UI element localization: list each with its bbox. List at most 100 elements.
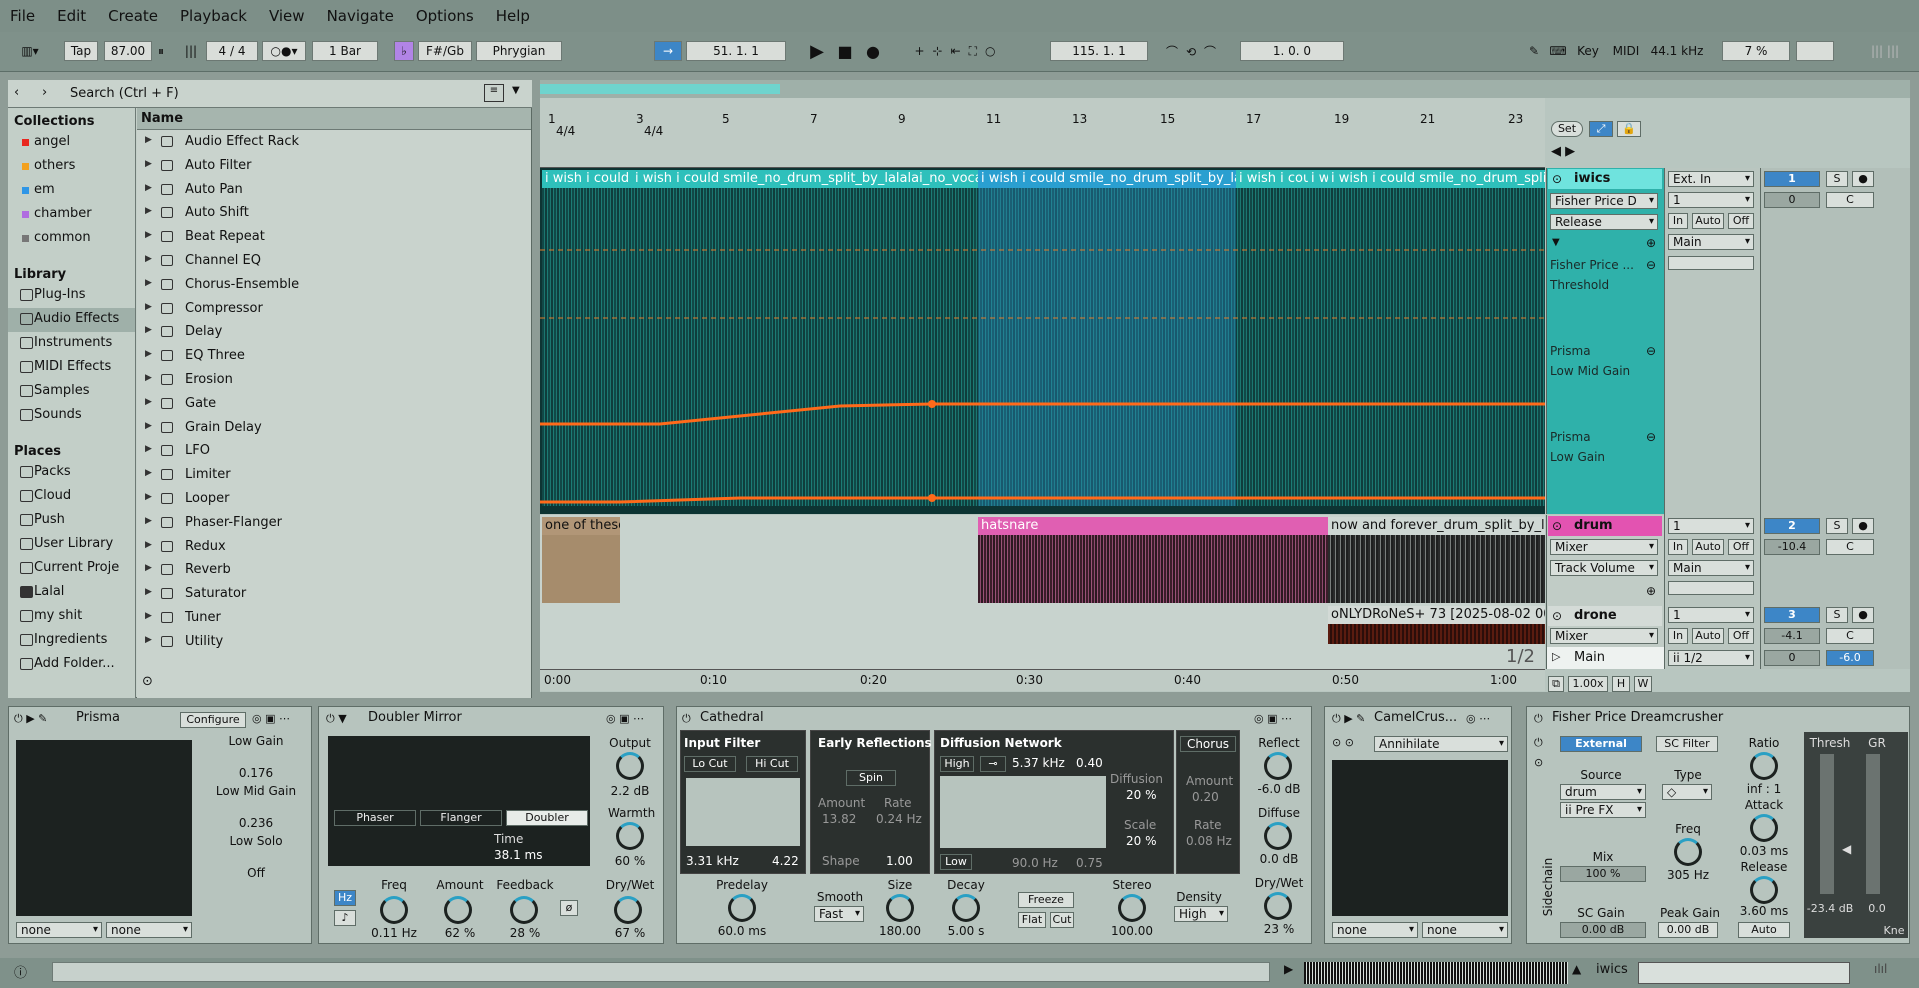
nudge-icon[interactable]: ⏸: [156, 41, 166, 61]
list-item[interactable]: LFO: [137, 439, 531, 463]
param-value[interactable]: Off: [224, 866, 288, 880]
up-icon[interactable]: ▲: [1572, 962, 1581, 976]
warmth-knob[interactable]: [616, 822, 644, 850]
input-channel-dropdown[interactable]: 1: [1668, 192, 1754, 208]
place-ingredients[interactable]: Ingredients: [8, 629, 135, 653]
shape-value[interactable]: 1.00: [886, 854, 913, 868]
time-sig-marker[interactable]: 4/4: [556, 124, 575, 138]
mix-field[interactable]: 100 %: [1560, 866, 1646, 882]
threshold-meter[interactable]: [1820, 754, 1834, 894]
param-value[interactable]: 0.176: [224, 766, 288, 780]
list-item[interactable]: Tuner: [137, 606, 531, 630]
clip-title[interactable]: hatsnare: [978, 517, 1328, 535]
menu-edit[interactable]: Edit: [57, 7, 86, 25]
input-channel-dropdown[interactable]: 1: [1668, 518, 1754, 534]
automation-param-dropdown[interactable]: Track Volume: [1550, 560, 1658, 576]
meter-icon[interactable]: ılıl: [1874, 962, 1887, 976]
list-item[interactable]: Audio Effect Rack: [137, 130, 531, 154]
low-toggle[interactable]: Low: [940, 854, 972, 870]
library-midi-effects[interactable]: MIDI Effects: [8, 356, 135, 380]
lo-cut-button[interactable]: Lo Cut: [684, 756, 736, 772]
reflect-knob[interactable]: [1264, 752, 1292, 780]
list-item[interactable]: EQ Three: [137, 344, 531, 368]
monitor-auto-button[interactable]: Auto: [1692, 539, 1724, 555]
h-toggle[interactable]: H: [1612, 676, 1630, 692]
diffusion-curve-display[interactable]: [940, 776, 1106, 848]
lock-icon[interactable]: 🔒: [1617, 121, 1641, 137]
track-activator[interactable]: 2: [1764, 518, 1820, 534]
freeze-button[interactable]: Freeze: [1018, 892, 1074, 908]
chorus-rate-value[interactable]: 0.08 Hz: [1186, 834, 1232, 848]
list-item[interactable]: Gate: [137, 392, 531, 416]
high-toggle[interactable]: High: [940, 756, 974, 772]
stereo-knob[interactable]: [1118, 894, 1146, 922]
flat-button[interactable]: Flat: [1018, 912, 1046, 928]
beat-ruler[interactable]: [540, 98, 1545, 168]
hot-swap-icon[interactable]: ⊙: [142, 674, 153, 689]
list-item[interactable]: Beat Repeat: [137, 225, 531, 249]
chorus-amount-value[interactable]: 0.20: [1192, 790, 1219, 804]
spin-button[interactable]: Spin: [846, 770, 896, 786]
pan-field[interactable]: C: [1826, 628, 1874, 644]
time-sig-marker[interactable]: 4/4: [644, 124, 663, 138]
loop-icons[interactable]: ⌒⟲⌒: [1152, 41, 1238, 61]
attack-knob[interactable]: [1750, 814, 1778, 842]
track-name[interactable]: iwics: [1548, 169, 1662, 189]
amount-knob[interactable]: [444, 896, 472, 924]
cut-button[interactable]: Cut: [1050, 912, 1074, 928]
record-icon[interactable]: ●: [862, 41, 884, 61]
lane-fold-icon[interactable]: ▼: [1552, 237, 1560, 248]
arrangement-position[interactable]: 51. 1. 1: [686, 41, 786, 61]
threshold-handle-icon[interactable]: ◀: [1842, 842, 1851, 856]
tap-button[interactable]: Tap: [64, 41, 98, 61]
modulation-source-dropdown[interactable]: none: [106, 922, 192, 938]
modulation-source-dropdown[interactable]: none: [1332, 922, 1418, 938]
rate-value[interactable]: 0.24 Hz: [876, 812, 922, 826]
automation-device-dropdown[interactable]: Mixer: [1550, 628, 1658, 644]
place-lalal[interactable]: Lalal: [8, 581, 135, 605]
auto-release-button[interactable]: Auto: [1738, 922, 1790, 938]
device-menu-icons[interactable]: ◎ ⋯: [1466, 712, 1490, 725]
headphones-icon[interactable]: ⊙: [1534, 756, 1543, 769]
menu-view[interactable]: View: [269, 7, 305, 25]
collection-common[interactable]: common: [8, 227, 135, 251]
fold-icon[interactable]: ⊙: [1552, 609, 1562, 623]
output-knob[interactable]: [616, 752, 644, 780]
chorus-toggle[interactable]: Chorus: [1180, 736, 1236, 752]
sc-freq-knob[interactable]: [1674, 838, 1702, 866]
predelay-knob[interactable]: [728, 894, 756, 922]
preset-dropdown[interactable]: Annihilate: [1374, 736, 1508, 752]
menu-file[interactable]: File: [10, 7, 35, 25]
list-item[interactable]: Saturator: [137, 582, 531, 606]
monitor-off-button[interactable]: Off: [1728, 213, 1754, 229]
device-power-icon[interactable]: ⏻ ▼: [326, 712, 347, 726]
clip-title[interactable]: oNLYDRoNeS+ 73 [2025-08-02 0026: [1328, 606, 1545, 624]
smooth-dropdown[interactable]: Fast: [814, 906, 864, 922]
add-lane-icon[interactable]: ⊕: [1646, 236, 1656, 250]
drywet-knob[interactable]: [1264, 892, 1292, 920]
place-my-shit[interactable]: my shit: [8, 605, 135, 629]
output-sub-field[interactable]: [1668, 256, 1754, 270]
tempo-field[interactable]: 87.00: [104, 41, 152, 61]
main-volume-field[interactable]: 0: [1764, 650, 1820, 666]
list-item[interactable]: Chorus-Ensemble: [137, 273, 531, 297]
monitor-in-button[interactable]: In: [1668, 539, 1688, 555]
time-signature-field[interactable]: 4 / 4: [206, 41, 258, 61]
library-plugins[interactable]: Plug-Ins: [8, 284, 135, 308]
feedback-knob[interactable]: [510, 896, 538, 924]
ratio-knob[interactable]: [1750, 752, 1778, 780]
param-value[interactable]: 0.236: [224, 816, 288, 830]
peak-gain-field[interactable]: 0.00 dB: [1658, 922, 1718, 938]
fold-icon[interactable]: ⊙: [1552, 519, 1562, 533]
follow-toggle-icon[interactable]: ⤢: [1589, 121, 1613, 137]
device-power-icon[interactable]: ⏻ ▶ ✎: [14, 712, 47, 726]
track-name[interactable]: drum: [1548, 516, 1662, 536]
list-item[interactable]: Auto Pan: [137, 178, 531, 202]
output-sub-field[interactable]: [1668, 581, 1754, 595]
freq-knob[interactable]: [380, 896, 408, 924]
collection-em[interactable]: em: [8, 179, 135, 203]
quantization-dropdown[interactable]: 1 Bar: [312, 41, 378, 61]
key-dropdown[interactable]: F#/Gb: [418, 41, 472, 61]
doubler-display[interactable]: [328, 736, 590, 866]
midi-map-button[interactable]: MIDI: [1608, 41, 1644, 61]
